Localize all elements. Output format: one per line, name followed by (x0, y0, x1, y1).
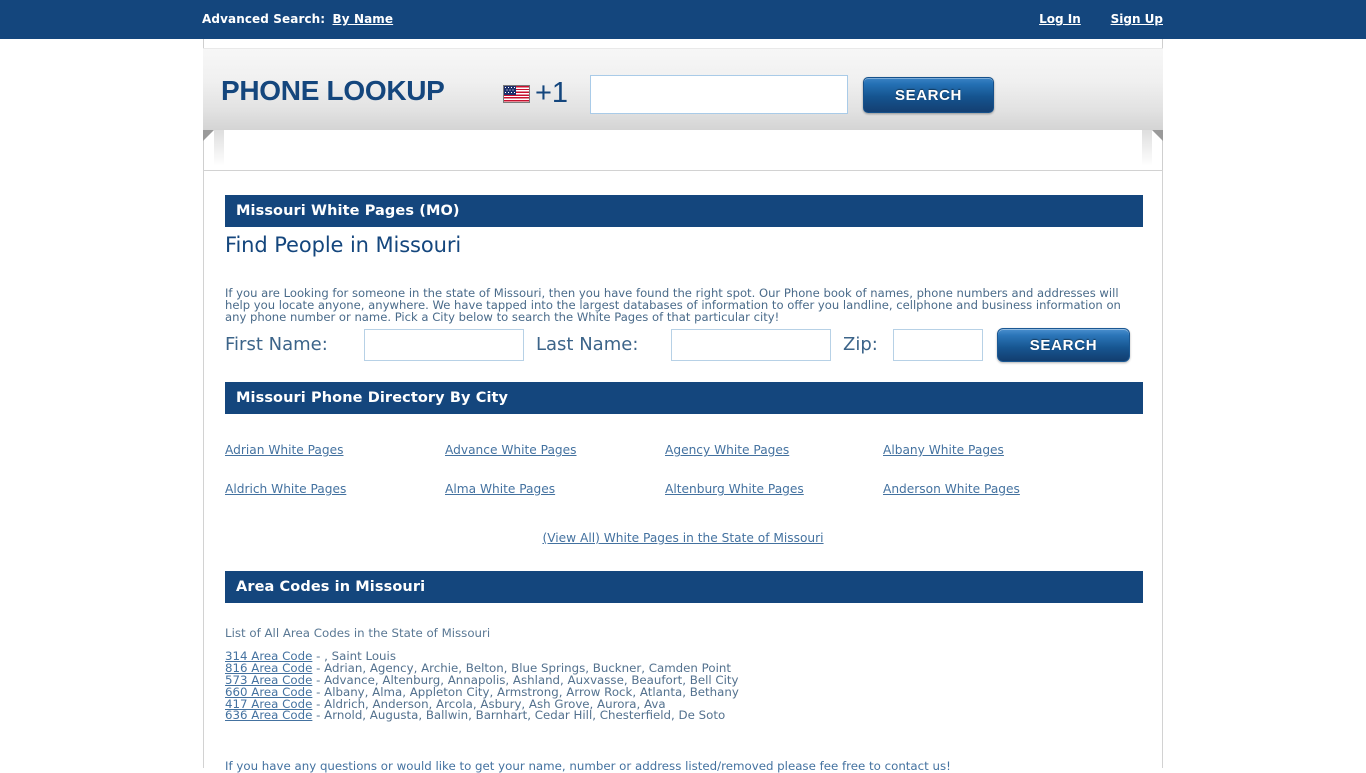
phone-search-button[interactable]: SEARCH (863, 77, 994, 113)
section-header-city: Missouri Phone Directory By City (225, 382, 1143, 414)
name-search-button[interactable]: SEARCH (997, 328, 1130, 362)
area-codes-list: 314 Area Code - , Saint Louis 816 Area C… (225, 650, 1143, 722)
phone-lookup-panel: PHONE LOOKUP +1 SEARCH (203, 48, 1163, 130)
city-link[interactable]: Anderson White Pages (883, 482, 1103, 496)
fold-corner-right-icon (1152, 130, 1163, 141)
contact-us-link[interactable]: If you have any questions or would like … (225, 759, 951, 773)
city-links-grid: Adrian White Pages Advance White Pages A… (225, 443, 1143, 496)
advanced-search-by-name-link[interactable]: By Name (333, 12, 394, 26)
view-all-container: (View All) White Pages in the State of M… (204, 527, 1162, 546)
account-links: Log In Sign Up (1006, 12, 1366, 26)
us-flag-icon (503, 85, 530, 103)
area-code-link[interactable]: 636 Area Code (225, 708, 312, 722)
fold-shadow-left (214, 130, 224, 166)
phone-lookup-title: PHONE LOOKUP (221, 75, 445, 106)
name-search-form: First Name: Last Name: Zip: SEARCH (225, 326, 1143, 366)
area-code-cities: - Arnold, Augusta, Ballwin, Barnhart, Ce… (312, 708, 726, 723)
city-link[interactable]: Aldrich White Pages (225, 482, 445, 496)
sign-up-link[interactable]: Sign Up (1111, 12, 1163, 26)
city-link[interactable]: Advance White Pages (445, 443, 665, 457)
last-name-label: Last Name: (536, 334, 639, 355)
page-title: Find People in Missouri (225, 233, 462, 257)
city-link[interactable]: Alma White Pages (445, 482, 665, 496)
city-link[interactable]: Altenburg White Pages (665, 482, 883, 496)
country-code-label: +1 (535, 77, 569, 109)
section-header-state: Missouri White Pages (MO) (225, 195, 1143, 227)
contact-footer-text: If you have any questions or would like … (225, 759, 951, 773)
main-content-card: Missouri White Pages (MO) Find People in… (203, 170, 1163, 773)
fold-shadow-right (1142, 130, 1152, 166)
log-in-link[interactable]: Log In (1039, 12, 1081, 26)
zip-label: Zip: (843, 334, 878, 355)
city-link[interactable]: Adrian White Pages (225, 443, 445, 457)
area-codes-note: List of All Area Codes in the State of M… (225, 626, 491, 640)
zip-input[interactable] (893, 329, 983, 361)
top-navigation-bar: Advanced Search: By Name Log In Sign Up (0, 0, 1366, 39)
section-header-area-codes: Area Codes in Missouri (225, 571, 1143, 603)
panel-under-strip (212, 130, 1152, 166)
phone-number-input[interactable] (590, 75, 848, 114)
city-link[interactable]: Albany White Pages (883, 443, 1103, 457)
fold-corner-left-icon (203, 130, 214, 141)
advanced-search-label: Advanced Search: (202, 12, 326, 26)
city-link[interactable]: Agency White Pages (665, 443, 883, 457)
first-name-label: First Name: (225, 334, 328, 355)
advanced-search-group: Advanced Search: By Name (202, 12, 393, 26)
first-name-input[interactable] (364, 329, 524, 361)
intro-paragraph: If you are Looking for someone in the st… (225, 285, 1121, 325)
view-all-cities-link[interactable]: (View All) White Pages in the State of M… (542, 531, 823, 545)
area-code-row: 636 Area Code - Arnold, Augusta, Ballwin… (225, 710, 1143, 722)
last-name-input[interactable] (671, 329, 831, 361)
